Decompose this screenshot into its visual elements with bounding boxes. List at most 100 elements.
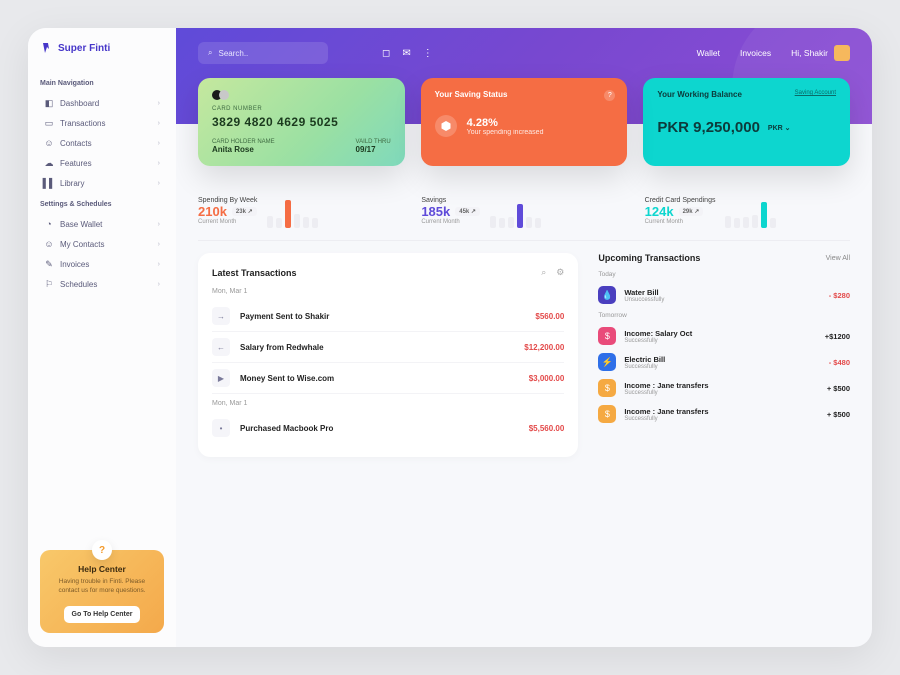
upcoming-icon: $ xyxy=(598,405,616,423)
card-number: 3829 4820 4629 5025 xyxy=(212,115,391,129)
nav-invoices[interactable]: Invoices xyxy=(740,48,771,58)
upcoming-amount: + $500 xyxy=(827,410,850,419)
tx-row[interactable]: ← Salary from Redwhale $12,200.00 xyxy=(212,332,564,363)
card-holder: Anita Rose xyxy=(212,145,275,154)
tx-name: Money Sent to Wise.com xyxy=(240,374,334,383)
help-center-button[interactable]: Go To Help Center xyxy=(64,606,141,623)
chevron-right-icon: › xyxy=(158,120,160,127)
nav-wallet[interactable]: Wallet xyxy=(697,48,720,58)
help-title: Help Center xyxy=(50,564,154,574)
latest-transactions-panel: Latest Transactions ⌕ ⚙ Mon, Mar 1 → Payme… xyxy=(198,253,578,457)
stats-row: Spending By Week210k23k ↗Current MonthSa… xyxy=(198,194,850,241)
tx-name: Payment Sent to Shakir xyxy=(240,312,329,321)
upcoming-row[interactable]: $Income: Salary OctSuccessfully+$1200 xyxy=(598,323,850,349)
brand[interactable]: Super Finti xyxy=(40,42,164,54)
tx-title: Latest Transactions xyxy=(212,268,297,278)
stat-value: 210k23k ↗ xyxy=(198,204,257,219)
stat-badge: 23k ↗ xyxy=(232,207,257,216)
sidebar: Super Finti Main Navigation ◧Dashboard›▭… xyxy=(28,28,176,647)
sidebar-item-base-wallet[interactable]: ◔Base Wallet› xyxy=(40,214,164,234)
help-icon: ? xyxy=(92,540,112,560)
tx-icon: → xyxy=(212,307,230,325)
nav-icon: ☁ xyxy=(44,158,54,168)
sidebar-item-features[interactable]: ☁Features› xyxy=(40,153,164,173)
card-thru: 09/17 xyxy=(356,145,391,154)
tx-amount: $5,560.00 xyxy=(529,424,565,433)
stat-value: 124k29k ↗ xyxy=(645,204,716,219)
sidebar-item-contacts[interactable]: ☺ Contacts › xyxy=(40,133,164,153)
upcoming-row[interactable]: ⚡Electric BillSuccessfully- $480 xyxy=(598,349,850,375)
nav-label: Contacts xyxy=(60,139,92,148)
sidebar-item-transactions[interactable]: ▭Transactions› xyxy=(40,113,164,133)
saving-title: Your Saving Status xyxy=(435,90,614,99)
filter-icon[interactable]: ⚙ xyxy=(556,267,564,278)
bar xyxy=(285,200,291,228)
nav-icon: ☺ xyxy=(44,138,54,148)
bar xyxy=(508,217,514,228)
upcoming-date: Tomorrow xyxy=(598,312,850,319)
mail-icon[interactable]: ✉ xyxy=(402,48,410,59)
tx-date: Mon, Mar 1 xyxy=(212,288,564,295)
upcoming-date: Today xyxy=(598,271,850,278)
chevron-down-icon[interactable]: ⌄ xyxy=(785,125,791,132)
saving-account-link[interactable]: Saving Account xyxy=(795,90,836,96)
upcoming-sub: Successfully xyxy=(624,416,708,422)
nav-icon: ▭ xyxy=(44,118,54,128)
chevron-right-icon: › xyxy=(158,160,160,167)
note-icon[interactable]: ◻ xyxy=(382,48,390,59)
stat-sub: Current Month xyxy=(421,219,480,225)
nav-section-settings: Settings & Schedules xyxy=(40,201,164,208)
search-icon: ⌕ xyxy=(208,48,212,58)
upcoming-name: Electric Bill xyxy=(624,355,665,364)
search-placeholder: Search.. xyxy=(218,49,248,58)
app-window: Super Finti Main Navigation ◧Dashboard›▭… xyxy=(28,28,872,647)
upcoming-row[interactable]: $Income : Jane transfersSuccessfully+ $5… xyxy=(598,401,850,427)
saving-status-card[interactable]: ? Your Saving Status 4.28% Your spending… xyxy=(421,78,628,166)
upcoming-amount: - $480 xyxy=(829,358,850,367)
nav-section-main: Main Navigation xyxy=(40,80,164,87)
nav-label: Dashboard xyxy=(60,99,99,108)
tx-icon: ← xyxy=(212,338,230,356)
bar xyxy=(499,218,505,228)
stat-title: Credit Card Spendings xyxy=(645,197,716,204)
info-icon[interactable]: ? xyxy=(604,90,615,101)
upcoming-row[interactable]: 💧Water BillUnsuccessfully- $280 xyxy=(598,282,850,308)
tx-row[interactable]: →Payment Sent to Shakir$560.00 xyxy=(212,301,564,332)
stat-badge: 29k ↗ xyxy=(679,207,704,216)
nav-icon: ☺ xyxy=(44,239,54,249)
upcoming-name: Water Bill xyxy=(624,288,664,297)
credit-card[interactable]: CARD NUMBER 3829 4820 4629 5025 CARD HOL… xyxy=(198,78,405,166)
tx-row[interactable]: •Purchased Macbook Pro$5,560.00 xyxy=(212,413,564,443)
stat-1: Savings185k45k ↗Current Month xyxy=(421,194,626,228)
search-tx-icon[interactable]: ⌕ xyxy=(541,267,546,278)
upcoming-name: Income: Salary Oct xyxy=(624,329,692,338)
nav-label: Schedules xyxy=(60,280,97,289)
sidebar-item-my-contacts[interactable]: ☺My Contacts› xyxy=(40,234,164,254)
view-all-link[interactable]: View All xyxy=(826,255,850,262)
tx-name: Purchased Macbook Pro xyxy=(240,424,333,433)
user-greeting[interactable]: Hi, Shakir xyxy=(791,45,850,61)
content: Spending By Week210k23k ↗Current MonthSa… xyxy=(176,124,872,647)
tx-name: Salary from Redwhale xyxy=(240,343,324,352)
upcoming-row[interactable]: $Income : Jane transfersSuccessfully+ $5… xyxy=(598,375,850,401)
upcoming-title: Upcoming Transactions xyxy=(598,253,700,263)
sidebar-item-dashboard[interactable]: ◧Dashboard› xyxy=(40,93,164,113)
help-desc: Having trouble in Finti. Please contact … xyxy=(50,578,154,595)
tx-amount: $12,200.00 xyxy=(524,343,564,352)
bar xyxy=(734,218,740,228)
sidebar-item-invoices[interactable]: ✎Invoices› xyxy=(40,254,164,274)
bar xyxy=(490,216,496,228)
search-input[interactable]: ⌕ Search.. xyxy=(198,42,328,64)
working-balance-card[interactable]: Your Working Balance Saving Account PKR … xyxy=(643,78,850,166)
nav-icon: ▌▌ xyxy=(44,178,54,188)
more-icon[interactable]: ⋮ xyxy=(423,48,433,59)
chevron-right-icon: › xyxy=(158,180,160,187)
stat-2: Credit Card Spendings124k29k ↗Current Mo… xyxy=(645,194,850,228)
tx-row[interactable]: ▶Money Sent to Wise.com$3,000.00 xyxy=(212,363,564,394)
sidebar-item-schedules[interactable]: ⚐Schedules› xyxy=(40,274,164,294)
chevron-right-icon: › xyxy=(158,140,160,147)
upcoming-amount: +$1200 xyxy=(825,332,850,341)
sidebar-item-library[interactable]: ▌▌Library› xyxy=(40,173,164,193)
bar xyxy=(725,216,731,228)
upcoming-sub: Successfully xyxy=(624,338,692,344)
